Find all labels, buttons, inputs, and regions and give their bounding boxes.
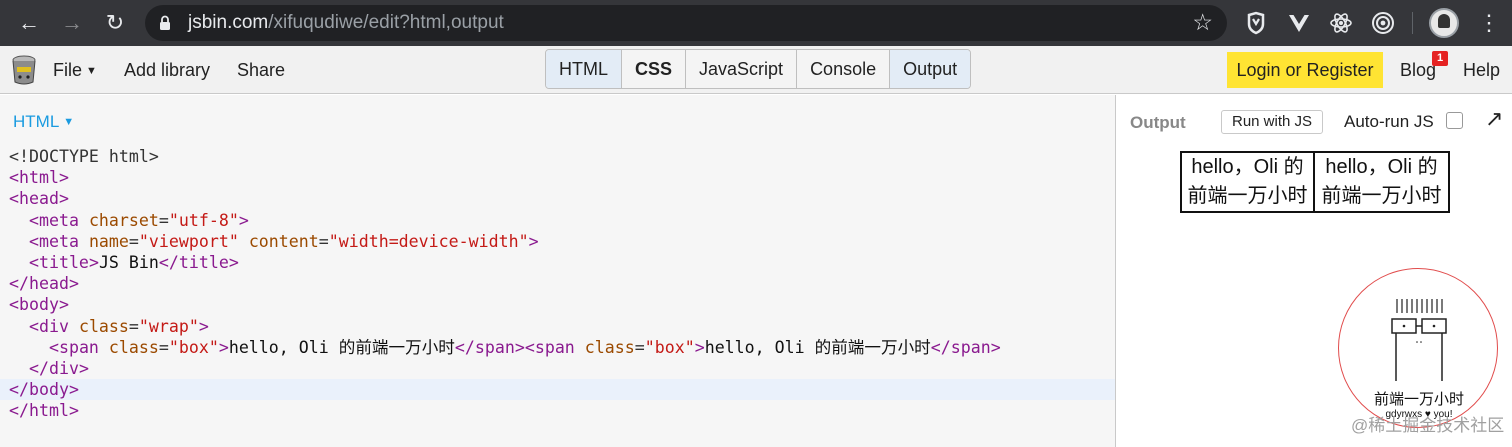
chevron-down-icon: ▼ xyxy=(63,116,75,128)
tab-css[interactable]: CSS xyxy=(622,50,687,88)
author-stamp: 前端一万小时 gdyrwxs ♥ you! xyxy=(1338,268,1498,428)
code-line[interactable]: <span class="box">hello, Oli 的前端一万小时</sp… xyxy=(0,337,1115,358)
code-line[interactable]: </body> xyxy=(0,379,1115,401)
watermark-text: @稀土掘金技术社区 xyxy=(1351,416,1505,435)
cartoon-face-icon xyxy=(1391,299,1447,381)
code-line[interactable]: <title>JS Bin</title> xyxy=(0,252,1115,273)
panel-toggle-group: HTML CSS JavaScript Console Output xyxy=(545,49,972,89)
jsbin-logo-icon[interactable] xyxy=(11,55,37,85)
address-bar[interactable]: jsbin.com/xifuqudiwe/edit?html,output ☆ xyxy=(145,5,1227,41)
code-line[interactable]: </html> xyxy=(0,400,1115,421)
add-library-button[interactable]: Add library xyxy=(124,60,210,81)
profile-avatar[interactable] xyxy=(1429,8,1459,38)
html-editor-panel[interactable]: HTML ▼ <!DOCTYPE html> <html> <head> <meta … xyxy=(0,95,1115,447)
target-extension-icon[interactable] xyxy=(1371,11,1395,35)
code-line[interactable]: </div> xyxy=(0,358,1115,379)
notification-badge: 1 xyxy=(1432,51,1448,66)
auto-run-label: Auto-run JS xyxy=(1344,112,1434,131)
auto-run-checkbox[interactable] xyxy=(1446,112,1463,129)
file-menu[interactable]: File ▼ xyxy=(53,60,97,81)
rendered-box: hello，Oli 的前端一万小时 xyxy=(1180,151,1315,213)
help-link[interactable]: Help xyxy=(1463,60,1500,81)
blog-link[interactable]: Blog xyxy=(1400,60,1436,81)
rendered-box: hello，Oli 的前端一万小时 xyxy=(1315,151,1450,213)
reload-icon[interactable]: ↻ xyxy=(100,8,130,38)
share-button[interactable]: Share xyxy=(237,60,285,81)
login-register-button[interactable]: Login or Register xyxy=(1227,52,1383,88)
tab-html[interactable]: HTML xyxy=(546,50,622,88)
react-extension-icon[interactable] xyxy=(1329,11,1353,35)
code-line[interactable]: <meta name="viewport" content="width=dev… xyxy=(0,231,1115,252)
lock-icon xyxy=(160,15,170,30)
tab-console[interactable]: Console xyxy=(797,50,891,88)
code-line[interactable]: <html> xyxy=(0,167,1115,188)
bookmark-star-icon[interactable]: ☆ xyxy=(1192,9,1213,36)
rendered-wrap: hello，Oli 的前端一万小时 hello，Oli 的前端一万小时 xyxy=(1180,151,1450,213)
vue-extension-icon[interactable] xyxy=(1287,11,1311,35)
output-label: Output xyxy=(1130,113,1186,132)
code-area[interactable]: <!DOCTYPE html> <html> <head> <meta charse… xyxy=(0,146,1115,421)
code-line[interactable]: <meta charset="utf-8"> xyxy=(0,210,1115,231)
menu-kebab-icon[interactable]: ⋮ xyxy=(1478,8,1500,38)
tab-javascript[interactable]: JavaScript xyxy=(686,50,798,88)
popout-arrow-icon[interactable]: ↗ xyxy=(1485,106,1503,132)
stamp-title: 前端一万小时 xyxy=(1373,391,1464,408)
code-line[interactable]: <!DOCTYPE html> xyxy=(0,146,1115,167)
browser-chrome: ← → ↻ jsbin.com/xifuqudiwe/edit?html,out… xyxy=(0,0,1512,46)
run-with-js-button[interactable]: Run with JS xyxy=(1221,110,1324,134)
tab-output[interactable]: Output xyxy=(890,50,971,88)
chevron-down-icon: ▼ xyxy=(86,65,97,77)
code-line[interactable]: <div class="wrap"> xyxy=(0,316,1115,337)
shield-extension-icon[interactable] xyxy=(1244,11,1268,35)
code-line[interactable]: </head> xyxy=(0,273,1115,294)
code-line[interactable]: <head> xyxy=(0,188,1115,209)
back-arrow-icon[interactable]: ← xyxy=(14,8,44,38)
editor-language-dropdown[interactable]: HTML ▼ xyxy=(13,112,74,132)
toolbar-divider xyxy=(1412,12,1413,34)
url-text: jsbin.com/xifuqudiwe/edit?html,output xyxy=(188,12,504,33)
code-line[interactable]: <body> xyxy=(0,294,1115,315)
forward-arrow-icon[interactable]: → xyxy=(57,8,87,38)
jsbin-toolbar: File ▼ Add library Share HTML CSS JavaScr… xyxy=(0,46,1512,94)
